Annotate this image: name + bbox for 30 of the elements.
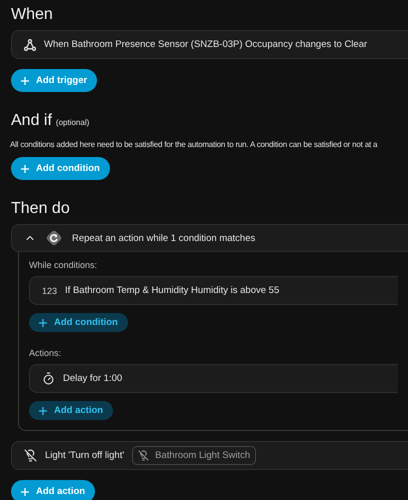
row-text: Delay for 1:00 <box>63 373 122 384</box>
action-card[interactable]: Light 'Turn off light' Bathroom Light Switch <box>11 441 408 470</box>
nodes-icon <box>24 38 36 50</box>
add-condition-button[interactable]: Add condition <box>29 313 128 332</box>
add-action-button[interactable]: Add action <box>29 401 114 420</box>
optional-note: (optional) <box>56 118 90 127</box>
section-title: When <box>11 6 53 24</box>
row-text: Light 'Turn off light' <box>45 450 124 461</box>
number-icon: 123 <box>42 286 58 296</box>
repeat-card[interactable]: Repeat an action while 1 condition matches <box>11 224 408 252</box>
section-label: While conditions: <box>29 260 98 270</box>
trigger-card[interactable]: When Bathroom Presence Sensor (SNZB-03P) Occupancy changes to Clear <box>11 30 408 59</box>
action-card[interactable]: Delay for 1:00 <box>29 364 398 393</box>
target-chip[interactable]: Bathroom Light Switch <box>132 446 256 465</box>
light-off-icon <box>24 449 37 462</box>
plus-icon <box>19 486 31 498</box>
row-text: When Bathroom Presence Sensor (SNZB-03P) Occupancy changes to Clear <box>44 39 368 50</box>
timer-icon <box>42 372 55 385</box>
section-label: Actions: <box>29 348 62 358</box>
plus-icon <box>19 162 31 174</box>
light-off-icon <box>138 450 150 461</box>
row-text: Repeat an action while 1 condition matches <box>72 232 256 244</box>
section-title: And if <box>11 112 52 130</box>
row-text: If Bathroom Temp & Humidity Humidity is above 55 <box>65 285 280 296</box>
section-title: Then do <box>11 200 70 218</box>
plus-icon <box>37 404 49 416</box>
plus-icon <box>19 74 31 86</box>
description-text: All conditions added here need to be satisfied for the automation to run. A condition can be satisfied or not at a <box>10 140 378 149</box>
plus-icon <box>37 316 49 328</box>
condition-card[interactable]: 123 If Bathroom Temp & Humidity Humidity is above 55 <box>29 276 398 305</box>
